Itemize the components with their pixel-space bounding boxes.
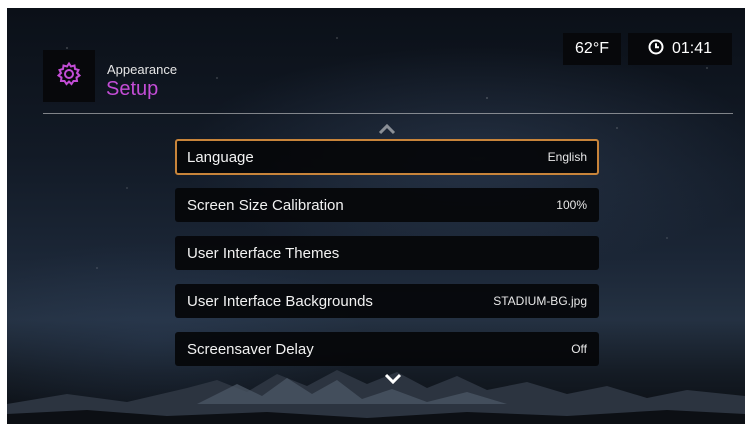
- menu-item-user-interface-themes[interactable]: User Interface Themes: [175, 236, 599, 270]
- temperature-text: 62°F: [575, 40, 609, 57]
- menu-item-label: Screen Size Calibration: [187, 196, 344, 214]
- scroll-down-icon[interactable]: [384, 372, 402, 390]
- header-divider: [43, 113, 733, 114]
- setup-screen: Appearance Setup 62°F 01:41 Language Eng…: [7, 8, 745, 424]
- menu-item-language[interactable]: Language English: [175, 139, 599, 175]
- menu-item-label: User Interface Backgrounds: [187, 292, 373, 310]
- clock-time: 01:41: [671, 40, 713, 57]
- page-title: Setup: [106, 78, 159, 100]
- clock-display: 01:41: [628, 33, 732, 65]
- menu-item-value: 100%: [556, 198, 587, 212]
- menu-item-value: STADIUM-BG.jpg: [493, 294, 587, 308]
- menu-item-label: Screensaver Delay: [187, 340, 314, 358]
- breadcrumb-appearance: Appearance: [107, 62, 178, 77]
- scroll-up-icon[interactable]: [378, 122, 396, 140]
- menu-item-screen-size-calibration[interactable]: Screen Size Calibration 100%: [175, 188, 599, 222]
- clock-icon: [648, 39, 664, 60]
- gear-icon: [56, 61, 82, 92]
- menu-item-user-interface-backgrounds[interactable]: User Interface Backgrounds STADIUM-BG.jp…: [175, 284, 599, 318]
- temperature-display: 62°F: [563, 33, 621, 65]
- setup-menu: Language English Screen Size Calibration…: [175, 139, 599, 380]
- menu-item-label: User Interface Themes: [187, 244, 340, 262]
- menu-item-screensaver-delay[interactable]: Screensaver Delay Off: [175, 332, 599, 366]
- header-icon-box: [43, 50, 95, 102]
- menu-item-label: Language: [187, 148, 254, 166]
- menu-item-value: Off: [571, 342, 587, 356]
- menu-item-value: English: [547, 150, 587, 164]
